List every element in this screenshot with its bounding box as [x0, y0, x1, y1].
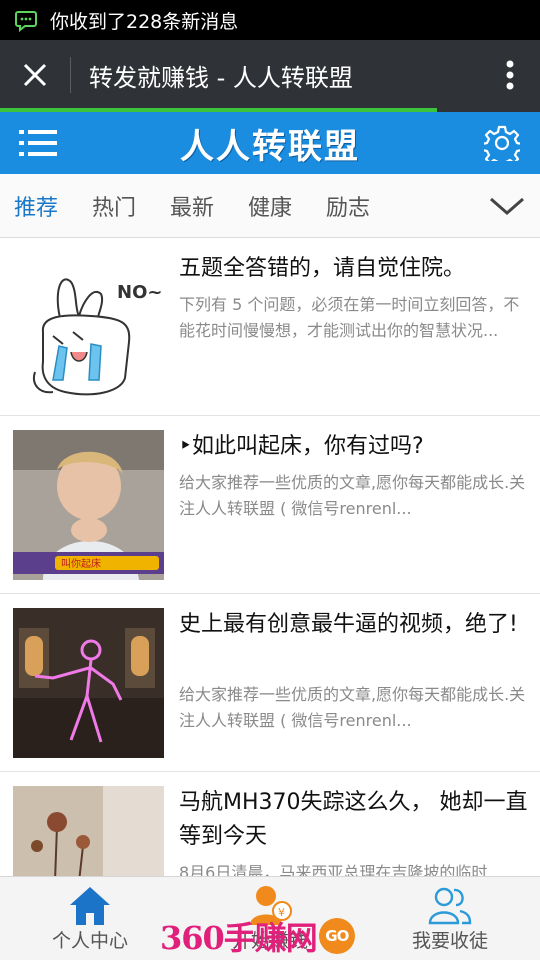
- article-summary: 8月6日清晨，马来西亚总理在吉隆坡的临时: [179, 863, 488, 876]
- notification-text: 你收到了228条新消息: [50, 10, 239, 33]
- article-thumbnail: NO~: [13, 252, 164, 402]
- nav-profile[interactable]: 个人中心: [0, 877, 180, 960]
- article-title: 史上最有创意最牛逼的视频，绝了!: [179, 612, 518, 637]
- list-item[interactable]: 叫你起床 ‣如此叫起床，你有过吗? 给大家推荐一些优质的文章,愿你每天都能成长.…: [0, 416, 540, 594]
- article-list: NO~ 五题全答错的，请自觉住院。 下列有 5 个问题，必须在第一时间立刻回答，…: [0, 238, 540, 876]
- watermark: 360手赚网 GO: [160, 914, 355, 958]
- tab-hot[interactable]: 热门: [92, 190, 156, 222]
- thumbnail-caption: NO~: [117, 282, 162, 303]
- article-summary: 给大家推荐一些优质的文章,愿你每天都能成长.关注人人转联盟 ( 微信号renre…: [179, 685, 526, 730]
- more-vertical-icon: [506, 60, 514, 90]
- users-icon: [428, 887, 472, 925]
- article-thumbnail: [13, 608, 164, 758]
- nav-label: 我要收徒: [411, 930, 488, 952]
- dried-flower-image: [13, 786, 164, 876]
- page-title: 转发就赚钱 - 人人转联盟: [89, 63, 353, 92]
- divider: [70, 57, 71, 93]
- tab-latest[interactable]: 最新: [170, 190, 234, 222]
- child-photo-image: 叫你起床: [13, 430, 164, 580]
- article-thumbnail: [13, 786, 164, 876]
- tab-recommended[interactable]: 推荐: [14, 190, 78, 222]
- menu-button[interactable]: [0, 112, 76, 174]
- category-tabs: 推荐 热门 最新 健康 励志: [0, 174, 540, 238]
- expand-tabs-button[interactable]: [488, 188, 526, 224]
- more-button[interactable]: [480, 40, 540, 110]
- nav-recruit[interactable]: 我要收徒: [360, 877, 540, 960]
- status-bar: 你收到了228条新消息: [0, 0, 540, 40]
- tab-inspiration[interactable]: 励志: [326, 190, 390, 222]
- list-menu-icon: [19, 130, 57, 156]
- brand-logo: 人人转联盟: [180, 126, 360, 167]
- neon-dancer-image: [13, 608, 164, 758]
- chat-bubble-icon: [15, 11, 37, 32]
- close-button[interactable]: [0, 40, 70, 110]
- list-item[interactable]: 马航MH370失踪这么久， 她却一直等到今天 8月6日清晨，马来西亚总理在吉隆坡…: [0, 772, 540, 876]
- thumbnail-caption: 叫你起床: [61, 557, 101, 570]
- browser-title-bar: 转发就赚钱 - 人人转联盟: [0, 40, 540, 110]
- app-header: 人人转联盟: [0, 112, 540, 174]
- list-item[interactable]: 史上最有创意最牛逼的视频，绝了! 给大家推荐一些优质的文章,愿你每天都能成长.关…: [0, 594, 540, 772]
- nav-label: 个人中心: [51, 930, 128, 952]
- watermark-text: 360手赚网: [160, 919, 318, 957]
- article-thumbnail: 叫你起床: [13, 430, 164, 580]
- home-icon: [70, 887, 110, 925]
- chevron-down-icon: [490, 197, 524, 215]
- settings-button[interactable]: [464, 112, 540, 174]
- list-item[interactable]: NO~ 五题全答错的，请自觉住院。 下列有 5 个问题，必须在第一时间立刻回答，…: [0, 238, 540, 416]
- article-summary: 下列有 5 个问题，必须在第一时间立刻回答，不能花时间慢慢想，才能测试出你的智慧…: [179, 295, 520, 340]
- watermark-go-badge: GO: [318, 918, 355, 954]
- article-title: ‣如此叫起床，你有过吗?: [179, 434, 424, 459]
- article-title: 五题全答错的，请自觉住院。: [179, 256, 466, 281]
- gear-icon: [484, 125, 520, 161]
- article-title: 马航MH370失踪这么久， 她却一直等到今天: [179, 790, 528, 849]
- tab-health[interactable]: 健康: [248, 190, 312, 222]
- crying-rabbit-image: NO~: [33, 278, 162, 396]
- article-summary: 给大家推荐一些优质的文章,愿你每天都能成长.关注人人转联盟 ( 微信号renre…: [179, 473, 526, 518]
- close-icon: [23, 63, 47, 87]
